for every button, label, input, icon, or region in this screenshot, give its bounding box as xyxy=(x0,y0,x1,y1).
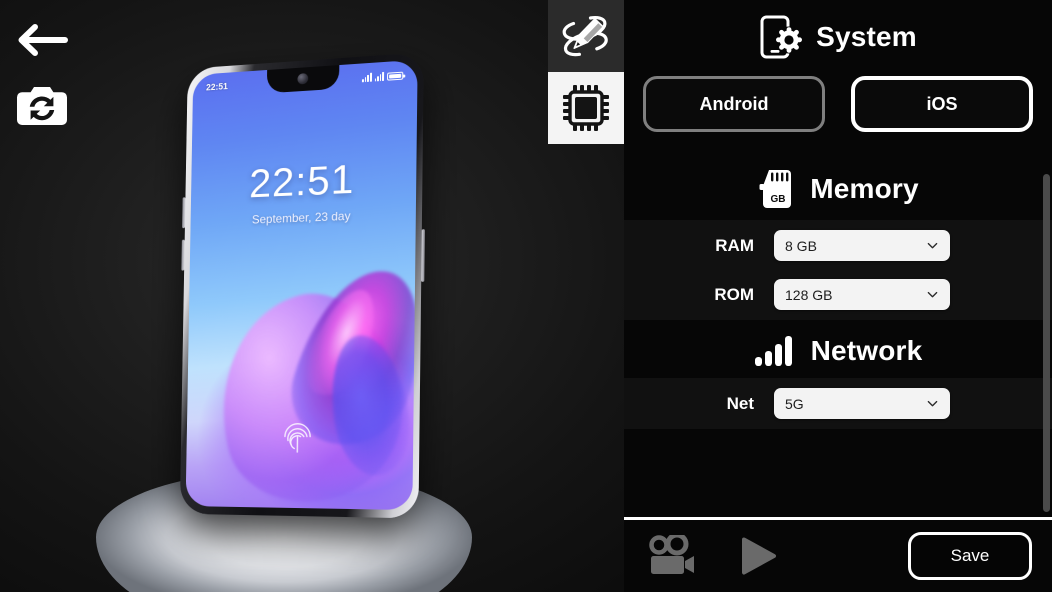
front-camera-icon xyxy=(297,73,309,85)
os-button-ios[interactable]: iOS xyxy=(851,76,1033,132)
play-triangle-icon xyxy=(742,537,776,575)
select-ram[interactable]: 8 GB xyxy=(774,230,950,261)
phone-volume-up-button xyxy=(182,197,186,229)
save-button[interactable]: Save xyxy=(908,532,1032,580)
select-rom-value: 128 GB xyxy=(785,286,833,303)
status-bar-time: 22:51 xyxy=(206,81,228,93)
select-net-value: 5G xyxy=(785,395,804,412)
chevron-down-icon xyxy=(927,400,938,406)
os-button-android[interactable]: Android xyxy=(643,76,825,132)
app-root: 22:51 22:51 September, 23 day System And… xyxy=(0,0,1052,592)
field-label-rom: ROM xyxy=(714,284,754,304)
os-button-ios-label: iOS xyxy=(926,93,958,114)
network-fields-band: Net 5G xyxy=(624,378,1052,429)
signal-bars-icon xyxy=(754,336,792,366)
lock-screen-time: 22:51 xyxy=(248,156,355,207)
select-ram-value: 8 GB xyxy=(785,237,817,254)
arrow-left-icon xyxy=(18,24,68,56)
section-title-memory: Memory xyxy=(810,173,919,204)
memory-fields-band: RAM 8 GB ROM 128 GB xyxy=(624,220,1052,320)
phone-volume-down-button xyxy=(181,239,185,271)
battery-full-icon xyxy=(387,71,404,81)
section-title-system: System xyxy=(816,21,917,52)
save-button-label: Save xyxy=(950,546,990,565)
section-header-network: Network xyxy=(624,320,1052,378)
lock-screen-date: September, 23 day xyxy=(251,208,351,227)
tab-hardware[interactable] xyxy=(548,72,624,144)
section-header-system: System xyxy=(624,0,1052,70)
signal-bars-icon-secondary xyxy=(374,71,385,82)
panel-scrollbar[interactable] xyxy=(1043,174,1050,512)
fingerprint-icon xyxy=(282,421,312,453)
field-label-ram: RAM xyxy=(715,235,754,255)
pencil-orbit-icon xyxy=(562,16,608,57)
settings-panel-scroll-area[interactable]: System Android iOS GB Memory RAM 8 GB RO… xyxy=(624,0,1052,518)
phone-notch xyxy=(266,64,340,94)
cpu-chip-icon xyxy=(563,85,609,131)
field-label-net: Net xyxy=(726,393,754,413)
record-video-button[interactable] xyxy=(647,534,705,578)
phone-model[interactable]: 22:51 22:51 September, 23 day xyxy=(179,52,425,519)
bottom-action-bar: Save xyxy=(624,520,1052,592)
status-bar-icons xyxy=(362,70,404,83)
os-button-android-label: Android xyxy=(699,93,769,114)
camera-rotate-button[interactable] xyxy=(14,80,70,132)
phone-preview-viewport[interactable]: 22:51 22:51 September, 23 day xyxy=(0,0,624,592)
phone-screen: 22:51 22:51 September, 23 day xyxy=(185,59,418,511)
sd-card-gb-icon: GB xyxy=(759,170,792,208)
play-button[interactable] xyxy=(735,534,781,578)
camera-rotate-icon xyxy=(17,87,67,125)
phone-gear-icon xyxy=(760,15,803,59)
settings-panel: System Android iOS GB Memory RAM 8 GB RO… xyxy=(624,0,1052,592)
section-title-network: Network xyxy=(810,335,923,366)
back-button[interactable] xyxy=(14,16,70,64)
select-rom[interactable]: 128 GB xyxy=(774,279,950,310)
os-selector: Android iOS xyxy=(624,70,1052,154)
field-row-ram: RAM 8 GB xyxy=(624,221,1052,270)
tab-design[interactable] xyxy=(548,0,624,72)
svg-text:GB: GB xyxy=(771,194,786,205)
select-net[interactable]: 5G xyxy=(774,388,950,419)
lock-screen-clock: 22:51 September, 23 day xyxy=(190,156,416,229)
signal-bars-icon xyxy=(362,72,372,83)
field-row-rom: ROM 128 GB xyxy=(624,270,1052,319)
phone-power-button xyxy=(421,229,425,282)
chevron-down-icon xyxy=(927,291,938,297)
chevron-down-icon xyxy=(927,242,938,248)
field-row-net: Net 5G xyxy=(624,379,1052,428)
section-header-memory: GB Memory xyxy=(624,154,1052,220)
video-camera-icon xyxy=(649,535,694,574)
tab-rail xyxy=(548,0,624,144)
